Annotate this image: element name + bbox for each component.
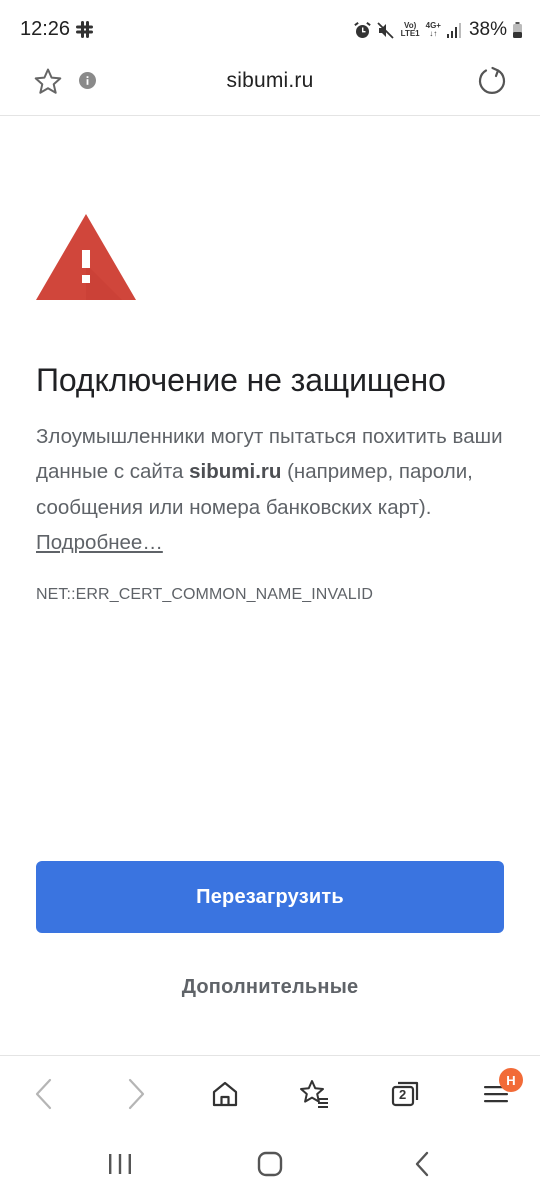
browser-toolbar: 2 H	[0, 1055, 540, 1130]
home-nav-icon	[257, 1151, 283, 1177]
slack-icon	[76, 21, 93, 38]
status-icons: Vo) LTE1 4G+ ↓↑ 38%	[353, 16, 522, 44]
status-time: 12:26	[20, 18, 71, 40]
back-nav-button[interactable]	[402, 1147, 442, 1181]
forward-button[interactable]	[116, 1074, 156, 1114]
home-icon	[212, 1081, 238, 1107]
alarm-icon	[353, 21, 371, 38]
system-nav-bar	[0, 1130, 540, 1200]
battery-icon	[513, 22, 522, 38]
error-code: NET::ERR_CERT_COMMON_NAME_INVALID	[36, 586, 373, 603]
mute-icon	[377, 21, 394, 39]
error-description: Злоумышленники могут пытаться похитить в…	[36, 425, 503, 554]
url-text[interactable]: sibumi.ru	[0, 69, 540, 93]
tab-count: 2	[399, 1087, 407, 1102]
tabs-button[interactable]: 2	[385, 1074, 425, 1114]
back-button[interactable]	[24, 1074, 64, 1114]
error-title: Подключение не защищено	[36, 362, 446, 398]
menu-button[interactable]: H	[476, 1068, 523, 1114]
details-link[interactable]: Подробнее…	[36, 531, 163, 554]
address-bar: sibumi.ru	[0, 58, 540, 116]
site-name: sibumi.ru	[189, 460, 282, 484]
status-bar: 12:26 Vo) LTE1 4G+ ↓↑ 38%	[0, 0, 540, 58]
data-type-indicator: 4G+ ↓↑	[425, 21, 441, 38]
bookmarks-button[interactable]	[295, 1074, 335, 1114]
menu-badge: H	[499, 1068, 523, 1092]
recents-button[interactable]	[100, 1147, 140, 1181]
battery-percent: 38%	[468, 19, 507, 40]
back-icon	[35, 1078, 52, 1110]
warning-icon	[36, 214, 136, 300]
forward-icon	[128, 1078, 145, 1110]
home-nav-button[interactable]	[250, 1147, 290, 1181]
recents-icon	[109, 1154, 131, 1174]
reload-button[interactable]	[476, 65, 508, 97]
reload-page-button[interactable]: Перезагрузить	[36, 861, 504, 933]
home-button[interactable]	[205, 1074, 245, 1114]
reload-icon	[478, 66, 506, 94]
bookmarks-icon	[300, 1080, 328, 1108]
volte-indicator: Vo) LTE1	[400, 21, 420, 38]
signal-icon	[446, 22, 461, 38]
advanced-button[interactable]: Дополнительные	[36, 966, 504, 1008]
back-nav-icon	[415, 1151, 429, 1177]
